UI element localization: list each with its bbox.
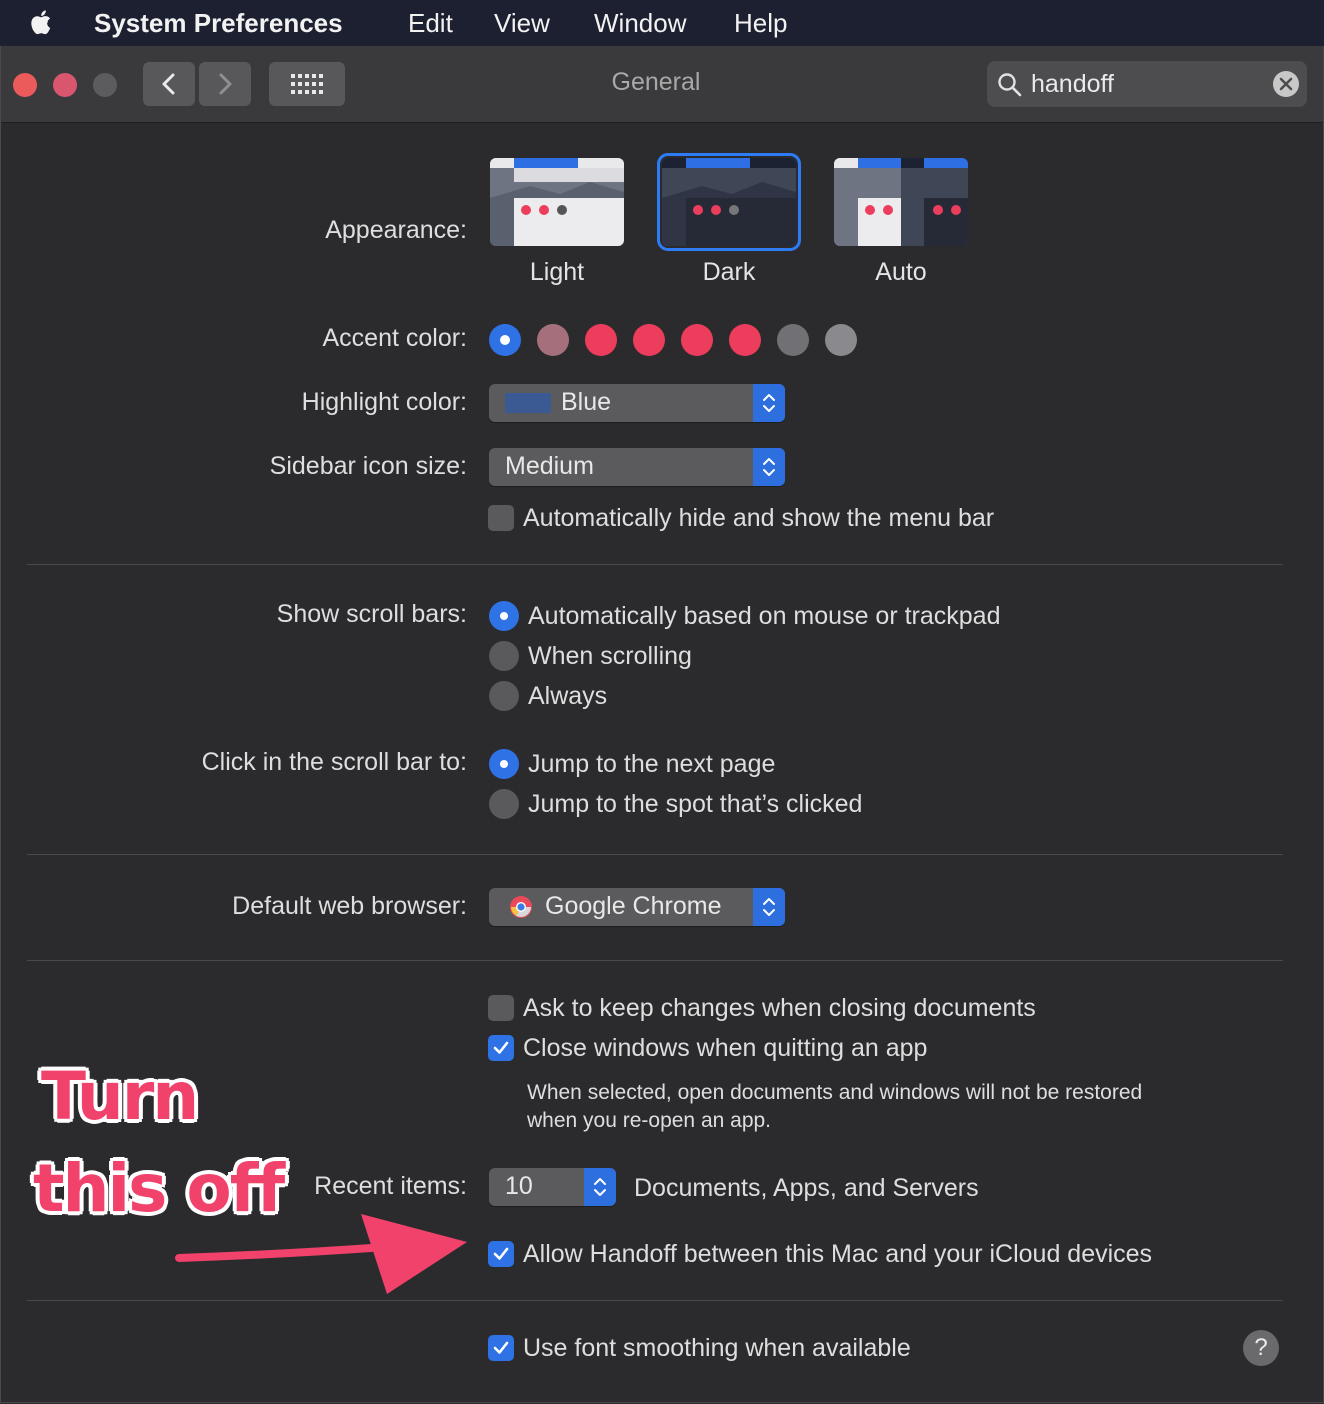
scroll-click-spot-radio[interactable] bbox=[489, 789, 519, 819]
chevron-left-icon bbox=[162, 73, 175, 95]
close-windows-label: Close windows when quitting an app bbox=[523, 1034, 928, 1062]
scroll-bars-auto-radio[interactable] bbox=[489, 601, 519, 631]
popup-arrows-icon bbox=[584, 1168, 616, 1206]
recent-items-suffix: Documents, Apps, and Servers bbox=[634, 1174, 979, 1202]
apple-icon[interactable] bbox=[26, 6, 58, 38]
appearance-light-label: Light bbox=[529, 258, 585, 286]
scroll-bars-auto-label: Automatically based on mouse or trackpad bbox=[528, 602, 1001, 630]
appearance-auto-label: Auto bbox=[875, 258, 927, 286]
checkmark-icon bbox=[493, 1341, 509, 1354]
zoom-window-button[interactable] bbox=[93, 73, 117, 97]
accent-swatch-green[interactable] bbox=[777, 324, 809, 356]
default-browser-label: Default web browser: bbox=[232, 892, 467, 920]
close-window-button[interactable] bbox=[13, 73, 37, 97]
recent-items-value: 10 bbox=[505, 1172, 533, 1200]
divider bbox=[27, 564, 1283, 565]
annotation-arrow-icon bbox=[175, 1214, 467, 1294]
menu-help[interactable]: Help bbox=[734, 6, 787, 40]
scroll-click-next-page-radio[interactable] bbox=[489, 749, 519, 779]
window-title: General bbox=[611, 68, 701, 96]
menu-bar-autohide-checkbox[interactable] bbox=[488, 505, 514, 531]
popup-arrows-icon bbox=[753, 888, 785, 926]
default-browser-popup[interactable]: Google Chrome bbox=[489, 888, 785, 926]
divider bbox=[27, 960, 1283, 961]
grid-icon bbox=[291, 74, 323, 94]
preferences-window: General Appearance: bbox=[0, 46, 1324, 1403]
minimize-window-button[interactable] bbox=[53, 73, 77, 97]
accent-color-label: Accent color: bbox=[322, 324, 467, 352]
sidebar-icon-size-value: Medium bbox=[505, 452, 594, 480]
menu-view[interactable]: View bbox=[494, 6, 550, 40]
clear-search-icon[interactable] bbox=[1273, 71, 1299, 97]
accent-swatch-pink[interactable] bbox=[585, 324, 617, 356]
menu-app-name[interactable]: System Preferences bbox=[94, 6, 343, 40]
annotation-line1: Turn bbox=[41, 1058, 199, 1135]
menu-bar-autohide-label: Automatically hide and show the menu bar bbox=[523, 504, 995, 532]
scroll-bars-scrolling-radio[interactable] bbox=[489, 641, 519, 671]
scroll-bars-always-radio[interactable] bbox=[489, 681, 519, 711]
appearance-label: Appearance: bbox=[325, 216, 467, 244]
close-windows-note-line2: when you re-open an app. bbox=[527, 1109, 772, 1132]
popup-arrows-icon bbox=[753, 448, 785, 486]
sidebar-icon-size-label: Sidebar icon size: bbox=[269, 452, 467, 480]
show-scroll-bars-label: Show scroll bars: bbox=[276, 600, 467, 628]
popup-arrows-icon bbox=[753, 384, 785, 422]
menu-window[interactable]: Window bbox=[594, 6, 686, 40]
search-input[interactable] bbox=[1031, 67, 1251, 101]
appearance-auto-thumbnail[interactable] bbox=[834, 158, 968, 246]
handoff-label: Allow Handoff between this Mac and your … bbox=[523, 1240, 1153, 1268]
accent-swatch-graphite[interactable] bbox=[825, 324, 857, 356]
scroll-bars-always-label: Always bbox=[528, 682, 608, 710]
ask-keep-changes-checkbox[interactable] bbox=[488, 995, 514, 1021]
accent-swatch-orange[interactable] bbox=[681, 324, 713, 356]
accent-swatch-yellow[interactable] bbox=[729, 324, 761, 356]
highlight-color-label: Highlight color: bbox=[301, 388, 467, 416]
scroll-click-label: Click in the scroll bar to: bbox=[201, 748, 467, 776]
chrome-icon bbox=[510, 896, 532, 918]
accent-swatch-purple[interactable] bbox=[537, 324, 569, 356]
scroll-bars-scrolling-label: When scrolling bbox=[528, 642, 692, 670]
back-button[interactable] bbox=[143, 62, 195, 106]
close-windows-note-line1: When selected, open documents and window… bbox=[527, 1081, 1143, 1104]
sidebar-icon-size-popup[interactable]: Medium bbox=[489, 448, 785, 486]
checkmark-icon bbox=[493, 1247, 509, 1260]
font-smoothing-label: Use font smoothing when available bbox=[523, 1334, 911, 1362]
search-icon bbox=[998, 73, 1022, 97]
accent-swatch-red[interactable] bbox=[633, 324, 665, 356]
help-button[interactable]: ? bbox=[1243, 1330, 1279, 1366]
appearance-dark-label: Dark bbox=[702, 258, 756, 286]
divider bbox=[27, 1300, 1283, 1301]
recent-items-popup[interactable]: 10 bbox=[489, 1168, 616, 1206]
search-field[interactable] bbox=[987, 61, 1307, 107]
show-all-button[interactable] bbox=[269, 62, 345, 106]
ask-keep-changes-label: Ask to keep changes when closing documen… bbox=[523, 994, 1036, 1022]
appearance-light-thumbnail[interactable] bbox=[490, 158, 624, 246]
menu-bar: System Preferences Edit View Window Help bbox=[0, 0, 1324, 46]
chevron-right-icon bbox=[219, 73, 232, 95]
scroll-click-next-page-label: Jump to the next page bbox=[528, 750, 776, 778]
forward-button[interactable] bbox=[199, 62, 251, 106]
handoff-checkbox[interactable] bbox=[488, 1241, 514, 1267]
title-bar: General bbox=[1, 46, 1323, 123]
highlight-color-popup[interactable]: Blue bbox=[489, 384, 785, 422]
font-smoothing-checkbox[interactable] bbox=[488, 1335, 514, 1361]
recent-items-label: Recent items: bbox=[314, 1172, 467, 1200]
appearance-dark-thumbnail[interactable] bbox=[657, 153, 801, 251]
scroll-click-spot-label: Jump to the spot that’s clicked bbox=[528, 790, 863, 818]
divider bbox=[27, 854, 1283, 855]
default-browser-value: Google Chrome bbox=[545, 892, 722, 920]
highlight-color-value: Blue bbox=[561, 388, 612, 416]
highlight-swatch bbox=[505, 393, 551, 413]
menu-edit[interactable]: Edit bbox=[408, 6, 453, 40]
accent-swatch-blue[interactable] bbox=[489, 324, 521, 356]
close-windows-checkbox[interactable] bbox=[488, 1035, 514, 1061]
checkmark-icon bbox=[493, 1041, 509, 1054]
